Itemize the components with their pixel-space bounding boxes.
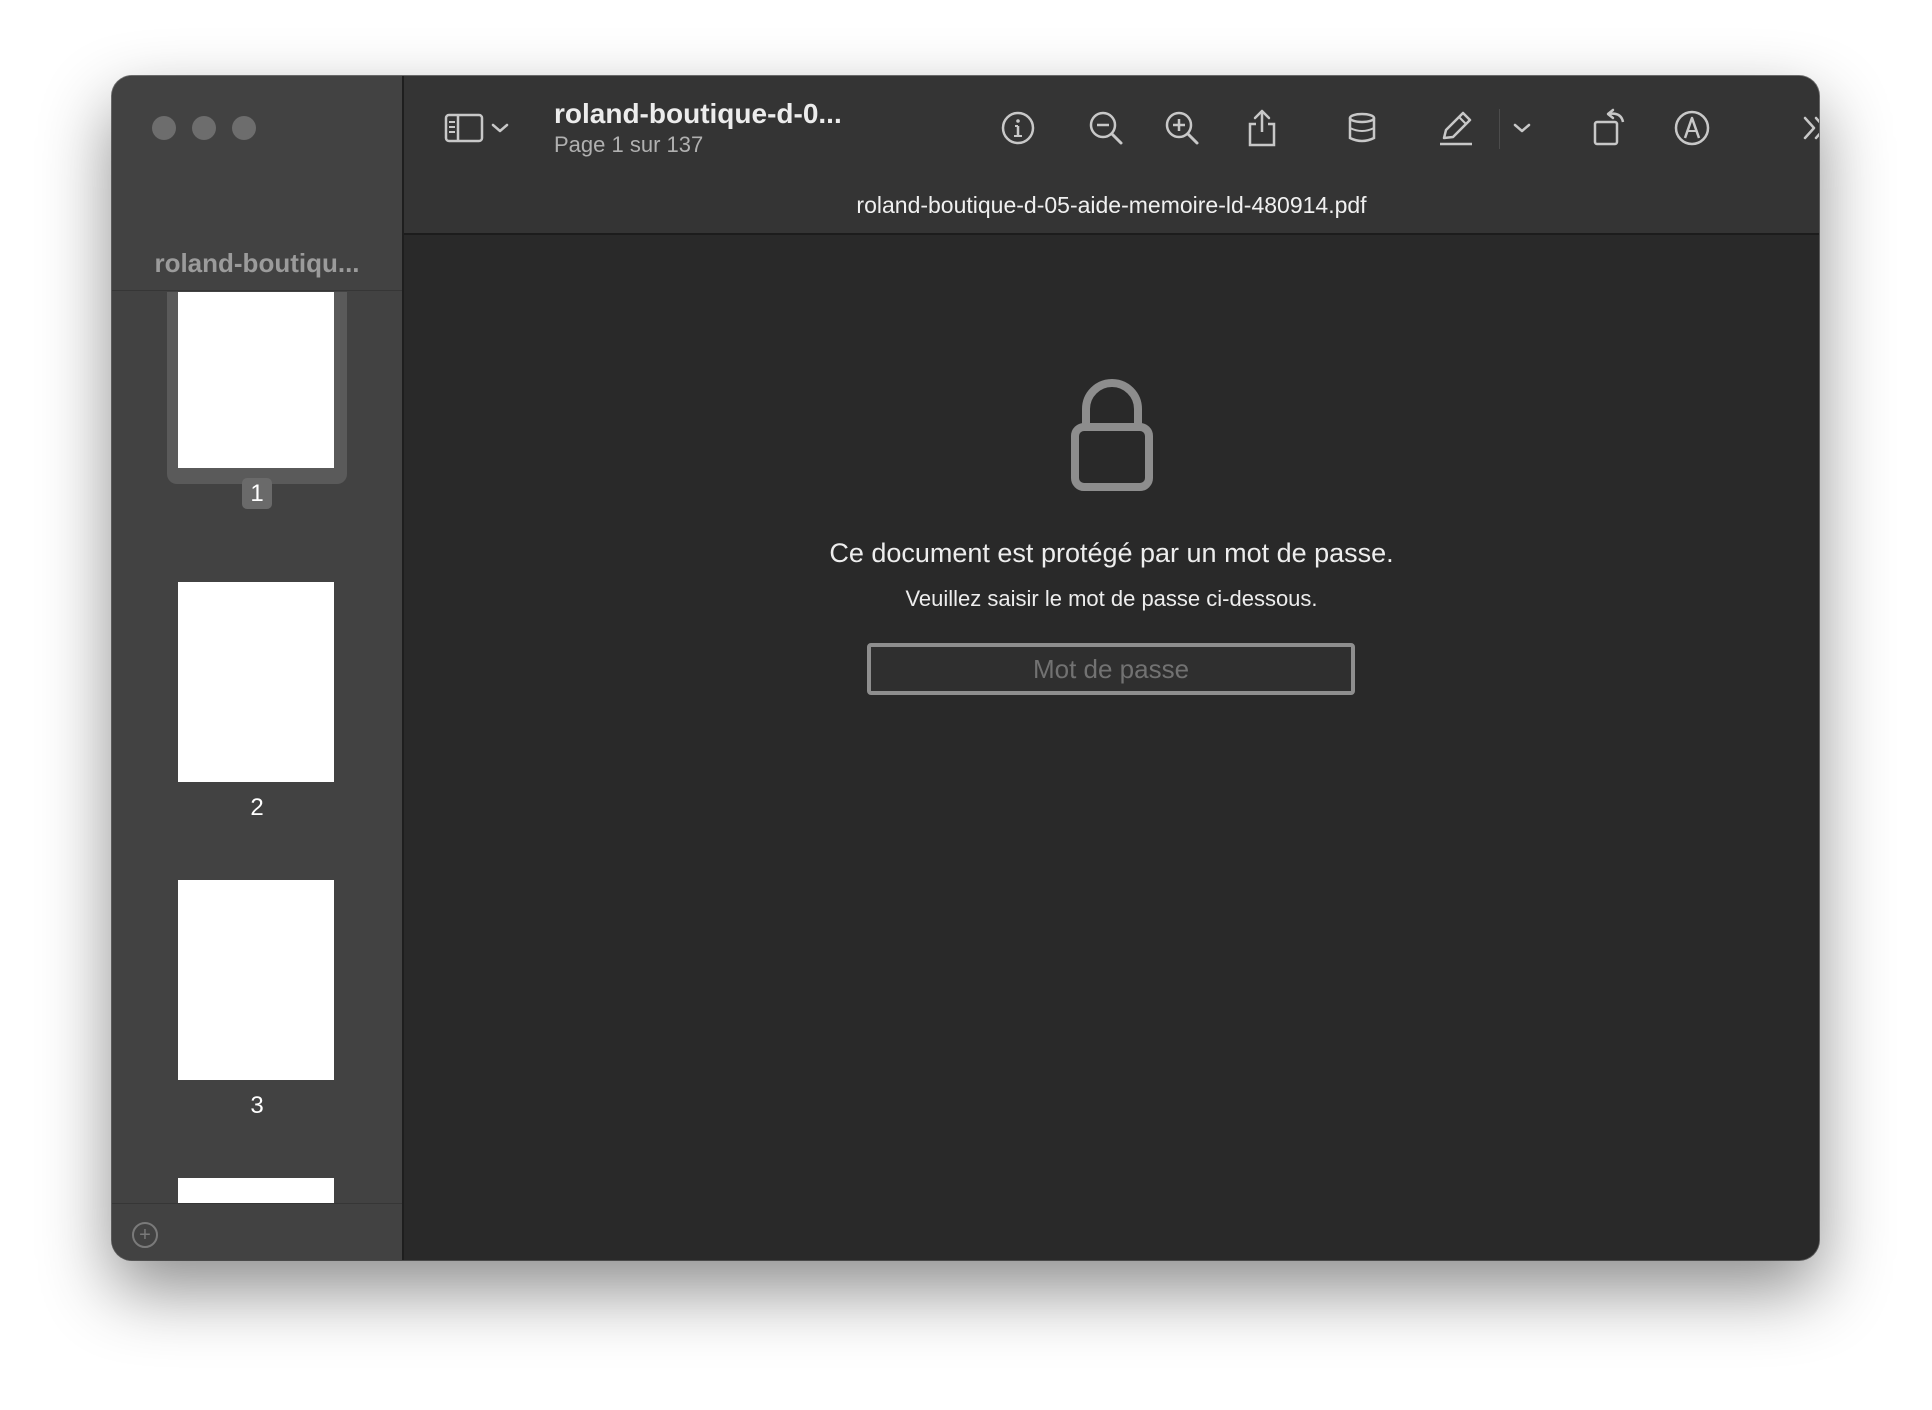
more-icon[interactable] xyxy=(1796,108,1819,148)
sidebar-toggle-icon[interactable] xyxy=(444,108,484,148)
sidebar-divider xyxy=(112,290,402,291)
page-number-1: 1 xyxy=(112,478,402,509)
highlight-icon[interactable] xyxy=(1342,108,1382,148)
page-indicator: Page 1 sur 137 xyxy=(554,132,704,157)
share-icon[interactable] xyxy=(1242,108,1282,148)
protected-message: Ce document est protégé par un mot de pa… xyxy=(829,538,1394,568)
rotate-icon[interactable] xyxy=(1590,108,1630,148)
page-thumbnail-1[interactable] xyxy=(178,292,334,468)
document-area: Ce document est protégé par un mot de pa… xyxy=(404,235,1819,1260)
page-thumbnail-2[interactable] xyxy=(178,582,334,782)
plus-circle-icon[interactable]: + xyxy=(132,1222,158,1248)
pen-icon[interactable] xyxy=(1436,108,1476,148)
minimize-button[interactable] xyxy=(192,116,216,140)
lock-icon xyxy=(1069,375,1155,500)
close-button[interactable] xyxy=(152,116,176,140)
info-icon[interactable] xyxy=(998,108,1038,148)
file-name: roland-boutique-d-05-aide-memoire-ld-480… xyxy=(856,192,1367,218)
toolbar-divider xyxy=(1499,109,1500,149)
page-number-3: 3 xyxy=(250,1092,264,1119)
toolbar: roland-boutique-d-0... Page 1 sur 137 ro… xyxy=(404,76,1819,235)
sidebar-title: roland-boutiqu... xyxy=(154,248,360,278)
page-number-2: 2 xyxy=(250,794,264,821)
preview-window: roland-boutiqu... 1 2 3 + roland-boutiqu… xyxy=(112,76,1819,1260)
zoom-button[interactable] xyxy=(232,116,256,140)
password-instruction: Veuillez saisir le mot de passe ci-desso… xyxy=(905,586,1318,611)
password-input[interactable] xyxy=(871,647,1351,691)
thumbnail-list[interactable]: 1 2 3 xyxy=(112,292,402,1210)
chevron-down-icon[interactable] xyxy=(488,108,512,148)
chevron-down-icon[interactable] xyxy=(1510,108,1534,148)
markup-icon[interactable] xyxy=(1672,108,1712,148)
sidebar: roland-boutiqu... 1 2 3 + xyxy=(112,76,404,1260)
document-title: roland-boutique-d-0... xyxy=(554,98,842,129)
traffic-lights xyxy=(152,116,256,140)
password-field-frame xyxy=(867,643,1355,695)
sidebar-footer: + xyxy=(112,1203,402,1260)
page-thumbnail-3[interactable] xyxy=(178,880,334,1080)
zoom-out-icon[interactable] xyxy=(1086,108,1126,148)
zoom-in-icon[interactable] xyxy=(1162,108,1202,148)
